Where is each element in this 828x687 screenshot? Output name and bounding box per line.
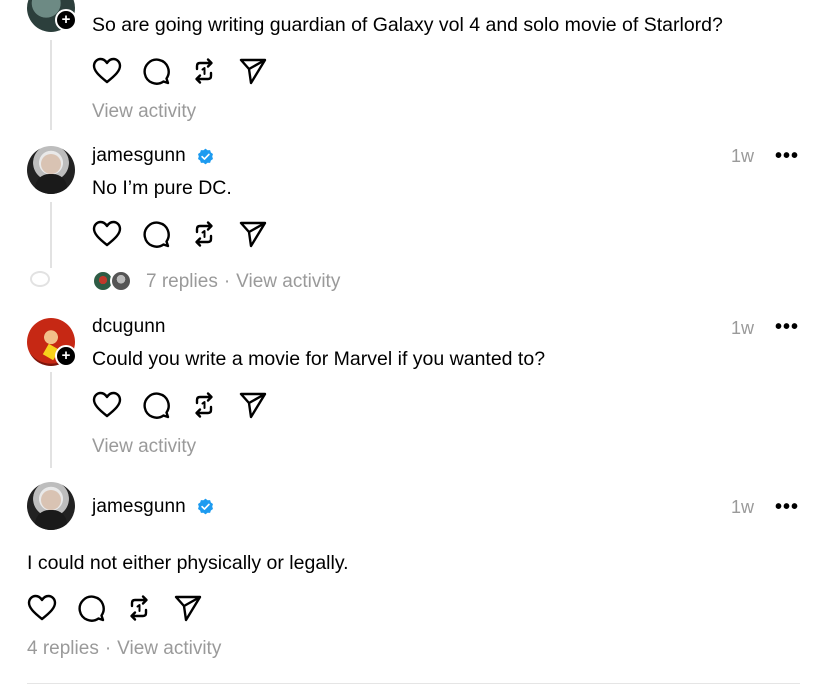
comment-icon[interactable] [141,56,171,86]
share-icon[interactable] [238,390,268,420]
heart-icon[interactable] [27,593,57,623]
username[interactable]: jamesgunn [92,145,186,167]
post-text: So are going writing guardian of Galaxy … [92,14,723,36]
post-time[interactable]: 1w [731,318,754,339]
more-options-icon[interactable]: ••• [775,497,799,517]
repost-icon[interactable] [189,219,219,249]
view-activity-link[interactable]: View activity [117,638,221,659]
reply-activity-row: 4 replies · View activity [27,638,221,660]
follow-plus-icon[interactable]: + [55,345,77,367]
verified-badge-icon [197,498,214,515]
repost-icon[interactable] [189,56,219,86]
replier-avatar [110,270,132,292]
share-icon[interactable] [238,56,268,86]
username[interactable]: dcugunn [92,316,166,338]
separator-dot: · [223,271,231,292]
avatar[interactable] [27,482,75,530]
view-activity-link[interactable]: View activity [92,101,196,123]
comment-icon[interactable] [141,219,171,249]
comment-icon[interactable] [141,390,171,420]
thread-line-2 [50,202,52,268]
post-text: No I’m pure DC. [92,177,232,199]
follow-plus-icon[interactable]: + [55,9,77,31]
repost-icon[interactable] [189,390,219,420]
thread-line-3 [50,372,52,468]
view-activity-link[interactable]: View activity [92,436,196,458]
share-icon[interactable] [238,219,268,249]
post-text: Could you write a movie for Marvel if yo… [92,348,546,370]
divider [27,683,800,684]
verified-badge-icon [197,148,214,165]
heart-icon[interactable] [92,56,122,86]
heart-icon[interactable] [92,219,122,249]
thread-line-1 [50,40,52,130]
replies-count-link[interactable]: 4 replies [27,638,99,659]
heart-icon[interactable] [92,390,122,420]
avatar[interactable] [27,146,75,194]
more-options-icon[interactable]: ••• [775,146,799,166]
more-options-icon[interactable]: ••• [775,317,799,337]
comment-icon[interactable] [76,593,106,623]
view-activity-link[interactable]: View activity [236,271,340,292]
repost-icon[interactable] [124,593,154,623]
replies-count-link[interactable]: 7 replies [146,271,218,292]
reply-activity-row: 7 replies · View activity [146,271,340,293]
thread-loop [30,271,50,287]
username[interactable]: jamesgunn [92,496,186,518]
post-time[interactable]: 1w [731,497,754,518]
post-time[interactable]: 1w [731,146,754,167]
post-text: I could not either physically or legally… [27,552,349,574]
separator-dot: · [104,638,112,659]
share-icon[interactable] [173,593,203,623]
